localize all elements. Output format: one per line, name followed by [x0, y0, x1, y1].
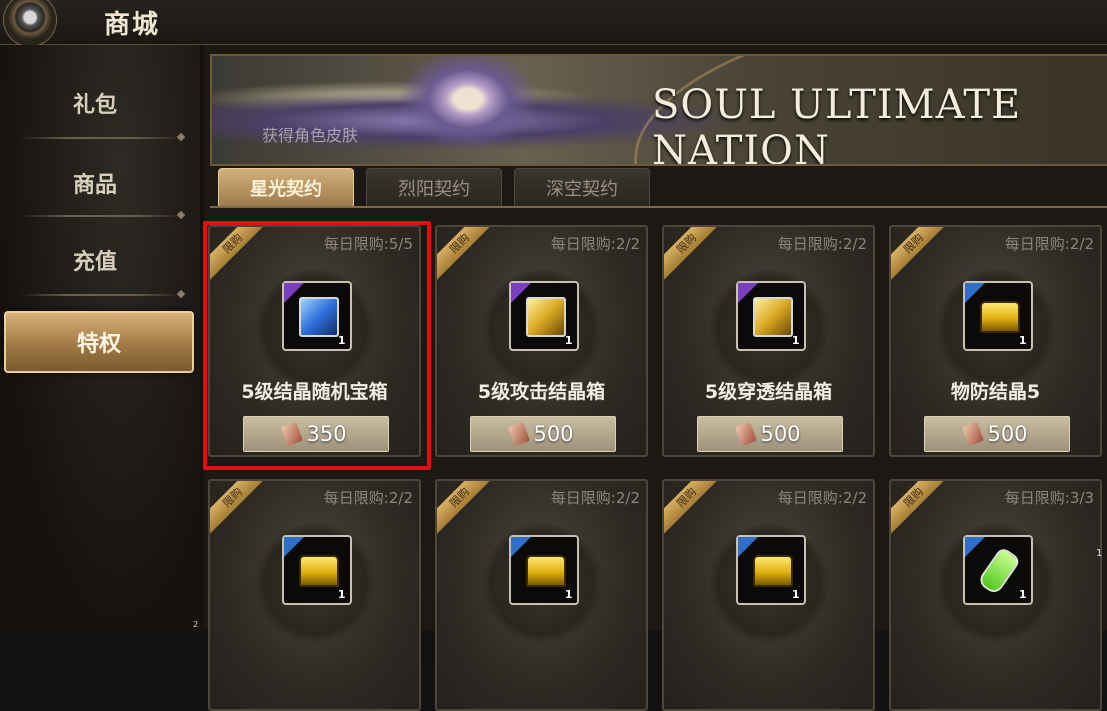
sidebar-item-label: 特权	[76, 332, 121, 357]
item-slot[interactable]: 1	[962, 535, 1033, 605]
sidebar-item-label: 充值	[72, 250, 117, 275]
gold-chest-icon	[298, 555, 339, 587]
item-count: 1	[1018, 588, 1027, 601]
page-marker-left: 2	[193, 620, 199, 629]
daily-limit-label: 每日限购:2/2	[777, 235, 867, 253]
rarity-corner	[964, 283, 985, 303]
item-slot[interactable]: 1	[962, 281, 1033, 351]
sidebar-divider	[20, 215, 182, 217]
daily-limit-label: 每日限购:2/2	[1004, 235, 1094, 253]
daily-limit-label: 每日限购:2/2	[550, 235, 640, 253]
item-slot[interactable]: 1	[508, 535, 579, 605]
rarity-corner	[737, 537, 758, 557]
banner-subtitle: 获得角色皮肤	[262, 126, 359, 145]
tab-deep-space-contract[interactable]: 深空契约	[514, 168, 650, 207]
limited-ribbon: 限购	[210, 481, 272, 537]
item-slot[interactable]: 1	[735, 281, 806, 351]
shop-header: 商城	[0, 0, 1107, 46]
item-name: 物防结晶5	[950, 381, 1041, 403]
currency-icon	[508, 421, 531, 447]
page-title: 商城	[104, 10, 161, 40]
rarity-corner	[964, 537, 985, 557]
item-name: 5级攻击结晶箱	[477, 381, 606, 403]
buy-button[interactable]: 500	[923, 416, 1070, 452]
daily-limit-label: 每日限购:2/2	[550, 489, 640, 507]
item-slot[interactable]: 1	[735, 535, 806, 605]
rarity-corner	[283, 537, 304, 557]
promo-banner[interactable]: 获得角色皮肤 SOUL ULTIMATE NATION	[210, 54, 1107, 166]
page-marker-right: 1	[1096, 548, 1103, 559]
gold-chest-icon	[752, 555, 793, 587]
daily-limit-label: 每日限购:2/2	[323, 489, 413, 507]
gold-crystal-box-icon	[525, 297, 566, 337]
daily-limit-label: 每日限购:2/2	[777, 489, 867, 507]
tab-blazing-sun-contract[interactable]: 烈阳契约	[366, 168, 502, 207]
sidebar-item-label: 礼包	[72, 93, 117, 118]
shop-card[interactable]: 限购 每日限购:2/2 1	[208, 479, 421, 711]
sidebar-item-recharge[interactable]: 充值	[0, 229, 190, 291]
price-value: 500	[760, 422, 801, 446]
gold-crystal-box-icon	[752, 297, 793, 337]
contract-tabs: 星光契约 烈阳契约 深空契约	[218, 168, 650, 207]
daily-limit-label: 每日限购:3/3	[1004, 489, 1094, 507]
buy-button[interactable]: 500	[696, 416, 843, 452]
sidebar-divider	[20, 294, 182, 296]
price-value: 500	[533, 422, 574, 446]
tabs-divider	[210, 206, 1107, 208]
limited-ribbon: 限购	[664, 481, 726, 537]
price-value: 500	[987, 422, 1028, 446]
item-count: 1	[564, 588, 573, 601]
shop-card[interactable]: 限购 每日限购:2/2 1	[435, 479, 648, 711]
item-count: 1	[564, 334, 573, 347]
limited-ribbon: 限购	[891, 227, 953, 283]
sidebar-divider	[20, 137, 182, 139]
item-count: 1	[1018, 334, 1027, 347]
sidebar-item-label: 商品	[72, 173, 117, 198]
limited-ribbon: 限购	[664, 227, 726, 283]
item-slot[interactable]: 1	[508, 281, 579, 351]
sidebar-item-gift-pack[interactable]: 礼包	[0, 72, 190, 134]
category-sidebar: 礼包 商品 充值 特权	[0, 45, 200, 630]
gold-chest-icon	[525, 555, 566, 587]
item-count: 1	[337, 588, 346, 601]
sidebar-item-privilege[interactable]: 特权	[4, 311, 194, 373]
item-slot[interactable]: 1	[281, 535, 352, 605]
shop-card[interactable]: 限购 每日限购:2/2 1 5级攻击结晶箱 500	[435, 225, 648, 457]
rarity-corner	[510, 537, 531, 557]
selection-highlight	[203, 221, 431, 470]
limited-ribbon: 限购	[437, 227, 499, 283]
orb-emblem-icon[interactable]	[4, 0, 56, 46]
buy-button[interactable]: 500	[469, 416, 616, 452]
limited-ribbon: 限购	[891, 481, 953, 537]
shop-card[interactable]: 限购 每日限购:2/2 1	[662, 479, 875, 711]
shop-card[interactable]: 限购 每日限购:3/3 1	[889, 479, 1102, 711]
character-art	[387, 56, 567, 164]
shop-card[interactable]: 限购 每日限购:2/2 1 物防结晶5 500	[889, 225, 1102, 457]
currency-icon	[735, 421, 758, 447]
gold-chest-icon	[979, 301, 1020, 333]
currency-icon	[962, 421, 985, 447]
item-name: 5级穿透结晶箱	[704, 381, 833, 403]
banner-logo-text: SOUL ULTIMATE NATION	[652, 82, 1022, 166]
sidebar-item-goods[interactable]: 商品	[0, 152, 190, 214]
shop-card[interactable]: 限购 每日限购:2/2 1 5级穿透结晶箱 500	[662, 225, 875, 457]
tab-starlight-contract[interactable]: 星光契约	[218, 168, 354, 207]
item-count: 1	[791, 588, 800, 601]
limited-ribbon: 限购	[437, 481, 499, 537]
item-count: 1	[791, 334, 800, 347]
